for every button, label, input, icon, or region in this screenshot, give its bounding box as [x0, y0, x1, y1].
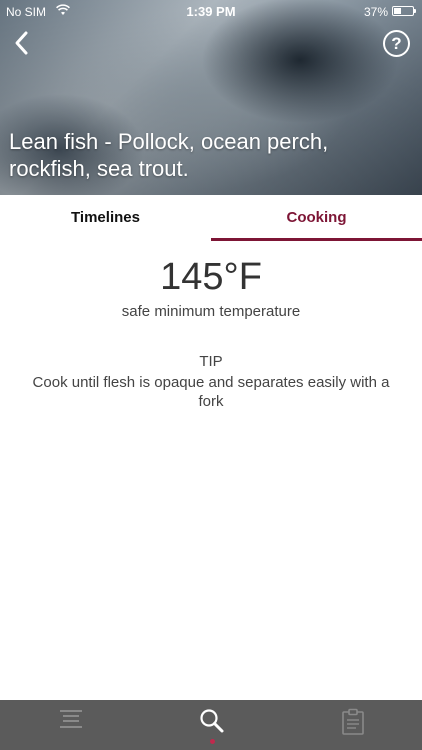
nav-list-button[interactable]	[0, 700, 141, 750]
search-icon	[199, 709, 223, 733]
tab-label: Timelines	[71, 209, 140, 226]
status-bar: No SIM 1:39 PM 37%	[0, 0, 422, 22]
page-title: Lean fish - Pollock, ocean perch, rockfi…	[9, 129, 329, 181]
tab-timelines[interactable]: Timelines	[0, 195, 211, 241]
tab-bar: Timelines Cooking	[0, 195, 422, 241]
tab-label: Cooking	[286, 209, 347, 226]
help-button[interactable]: ?	[383, 30, 410, 57]
tip-text: Cook until flesh is opaque and separates…	[32, 374, 390, 410]
tip-heading: TIP	[199, 353, 223, 370]
nav-clipboard-button[interactable]	[282, 700, 422, 750]
active-nav-indicator	[209, 739, 215, 744]
status-time: 1:39 PM	[186, 4, 236, 19]
battery-percent: 37%	[363, 5, 388, 19]
chevron-left-icon	[15, 31, 28, 55]
tab-cooking[interactable]: Cooking	[211, 195, 422, 241]
clipboard-icon	[341, 708, 364, 735]
battery-icon	[392, 6, 416, 16]
active-tab-indicator	[211, 238, 422, 241]
nav-search-button[interactable]	[141, 700, 282, 750]
bottom-nav	[0, 700, 422, 750]
back-button[interactable]	[10, 28, 36, 58]
temperature-caption: safe minimum temperature	[121, 303, 301, 320]
safe-temperature: 145°F	[160, 256, 262, 298]
list-icon	[59, 710, 82, 728]
